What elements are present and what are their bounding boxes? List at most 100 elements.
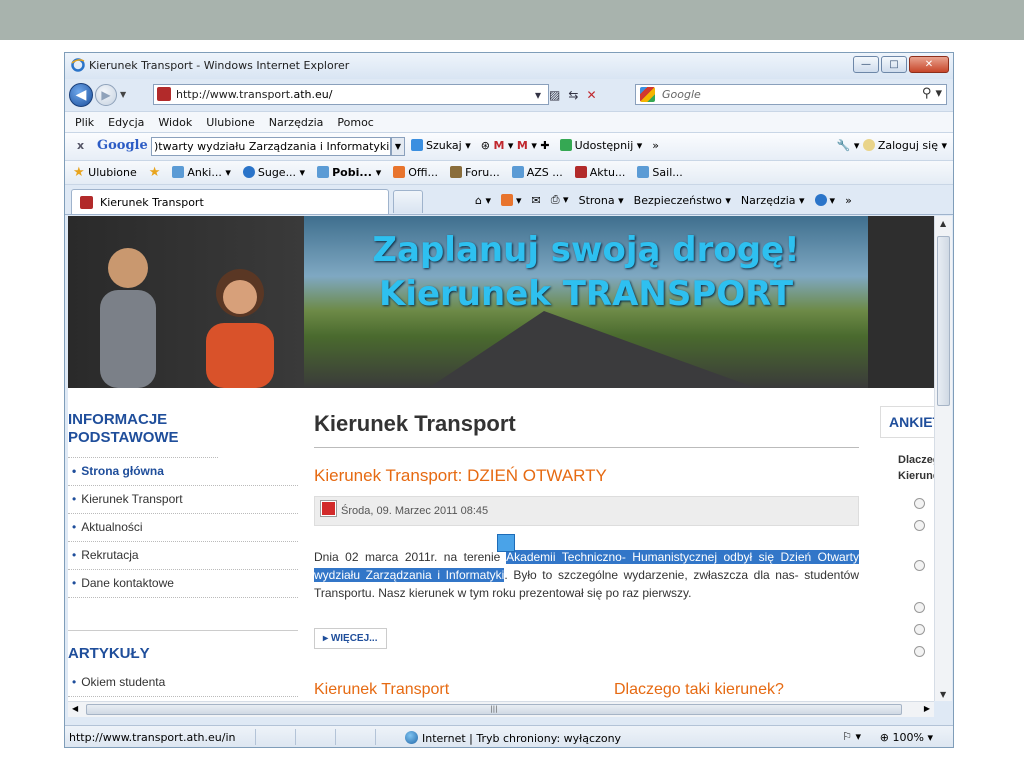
article-date: Środa, 09. Marzec 2011 08:45 — [314, 496, 859, 526]
google-search-provider-icon — [640, 87, 655, 102]
protected-mode-icon[interactable]: ⚐ ▾ — [842, 730, 861, 743]
poll-column: ANKIETA Dlaczego Kierunek — [880, 406, 934, 657]
toolbar-more-icon[interactable]: » — [652, 139, 659, 152]
favorite-link[interactable]: Sail... — [637, 166, 683, 179]
poll-option-radio[interactable] — [914, 520, 925, 531]
home-icon[interactable]: ⌂ ▾ — [475, 194, 491, 207]
horizontal-scroll-thumb[interactable]: ||| — [86, 704, 902, 715]
google-search-input[interactable]: )twarty wydziału Zarządzania i Informaty… — [151, 137, 391, 156]
back-arrow-icon[interactable]: ◀ — [69, 83, 93, 107]
poll-question: Dlaczego Kierunek — [898, 454, 934, 482]
next-article-left[interactable]: Kierunek Transport — [314, 681, 449, 699]
title-bar: Kierunek Transport - Windows Internet Ex… — [65, 53, 953, 79]
page-menu[interactable]: Strona ▾ — [579, 194, 624, 207]
favorite-link[interactable]: AZS ... — [511, 166, 563, 179]
site-favicon-icon — [157, 87, 171, 101]
help-icon[interactable]: ▾ — [814, 193, 835, 207]
address-row: ◀ ▶ ▼ http://www.transport.ath.eu/ ▾ ▨ ⇆… — [65, 79, 953, 111]
tab-row: Kierunek Transport ⌂ ▾ ▾ ✉ ⎙ ▾ Strona ▾ … — [65, 185, 953, 215]
add-favorite-icon[interactable]: ★ — [149, 165, 161, 180]
refresh-icon[interactable]: ⇆ — [568, 88, 578, 102]
favorite-link[interactable]: Aktu... — [574, 166, 625, 179]
security-zone[interactable]: Internet | Tryb chroniony: wyłączony — [405, 731, 621, 745]
poll-heading: ANKIETA — [880, 406, 934, 438]
students-photo — [68, 216, 304, 388]
favorite-link[interactable]: Pobi... ▾ — [317, 166, 381, 179]
scroll-left-icon[interactable]: ◀ — [72, 704, 78, 713]
sidebar-item-news[interactable]: • Aktualności — [68, 514, 298, 542]
zoom-level[interactable]: ⊕ 100% ▾ — [880, 731, 933, 744]
forward-arrow-icon[interactable]: ▶ — [95, 84, 117, 106]
sidebar-item-contact[interactable]: • Dane kontaktowe — [68, 570, 298, 598]
menu-item-edit[interactable]: Edycja — [108, 116, 144, 129]
address-url[interactable]: http://www.transport.ath.eu/ — [176, 88, 332, 101]
address-dropdown-icon[interactable]: ▾ — [535, 88, 541, 102]
poll-option-radio[interactable] — [914, 624, 925, 635]
login-button[interactable]: Zaloguj się ▾ — [862, 139, 947, 152]
google-toolbar-icons[interactable]: ⊛ M ▾ M ▾ ✚ — [481, 139, 550, 152]
vertical-scrollbar[interactable]: ▲ ▼ — [934, 216, 952, 701]
page-content: Zaplanuj swoją drogę! Kierunek TRANSPORT… — [68, 216, 934, 701]
poll-option-radio[interactable] — [914, 646, 925, 657]
history-dropdown-icon[interactable]: ▼ — [120, 90, 126, 99]
commandbar-more-icon[interactable]: » — [845, 194, 852, 207]
vertical-scroll-thumb[interactable] — [937, 236, 950, 406]
menu-item-view[interactable]: Widok — [158, 116, 192, 129]
menu-item-file[interactable]: Plik — [75, 116, 94, 129]
window-title: Kierunek Transport - Windows Internet Ex… — [89, 59, 350, 72]
google-search-button[interactable]: Szukaj ▾ — [411, 139, 471, 152]
favorite-link[interactable]: Suge... ▾ — [242, 166, 305, 179]
minimize-button[interactable]: — — [853, 56, 879, 73]
menu-item-favorites[interactable]: Ulubione — [206, 116, 255, 129]
tab-kierunek-transport[interactable]: Kierunek Transport — [71, 189, 389, 214]
compatibility-view-icon[interactable]: ▨ — [549, 88, 560, 102]
search-magnifier-icon[interactable]: ⚲ ▾ — [922, 86, 942, 101]
wrench-icon[interactable]: 🔧 ▾ — [837, 139, 860, 152]
favorites-button[interactable]: ★ Ulubione — [73, 165, 137, 180]
new-tab-button[interactable] — [393, 190, 423, 213]
banner-slogan-line2: Kierunek TRANSPORT — [378, 274, 794, 314]
rss-feed-icon[interactable]: ▾ — [501, 193, 522, 207]
scroll-down-icon[interactable]: ▼ — [940, 690, 946, 699]
address-bar[interactable]: http://www.transport.ath.eu/ — [153, 84, 549, 105]
internet-globe-icon — [405, 731, 418, 744]
next-article-right[interactable]: Dlaczego taki kierunek? — [614, 681, 784, 699]
google-logo: Google — [97, 138, 148, 153]
favorite-link[interactable]: Offi... — [393, 166, 438, 179]
tools-menu[interactable]: Narzędzia ▾ — [741, 194, 805, 207]
favorite-link[interactable]: Anki... ▾ — [172, 166, 231, 179]
mail-icon[interactable]: ✉ — [532, 194, 541, 207]
menu-item-help[interactable]: Pomoc — [337, 116, 373, 129]
sidebar-item-home[interactable]: • Strona główna — [68, 458, 298, 486]
sidebar-item-recruitment[interactable]: • Rekrutacja — [68, 542, 298, 570]
status-url: http://www.transport.ath.eu/in — [69, 731, 236, 744]
maximize-button[interactable]: □ — [881, 56, 907, 73]
read-more-button[interactable]: ▸ WIĘCEJ... — [314, 628, 387, 649]
favorite-link[interactable]: Foru... — [450, 166, 500, 179]
article-body: Dnia 02 marca 2011r. na terenie Akademii… — [314, 550, 859, 600]
search-placeholder: Google — [662, 88, 701, 101]
poll-option-radio[interactable] — [914, 560, 925, 571]
stop-icon[interactable]: ✕ — [586, 88, 596, 102]
main-column: Kierunek Transport Kierunek Transport: D… — [314, 411, 859, 698]
horizontal-scrollbar[interactable]: ◀ ||| ▶ — [68, 701, 934, 717]
menu-item-tools[interactable]: Narzędzia — [269, 116, 324, 129]
poll-option-radio[interactable] — [914, 498, 925, 509]
article-headline[interactable]: Kierunek Transport: DZIEŃ OTWARTY — [314, 466, 859, 486]
scroll-up-icon[interactable]: ▲ — [940, 219, 946, 228]
sidebar-item-student-view[interactable]: • Okiem studenta — [68, 669, 298, 697]
google-search-dropdown-icon[interactable]: ▼ — [391, 137, 405, 156]
scroll-right-icon[interactable]: ▶ — [924, 704, 930, 713]
sidebar-item-transport[interactable]: • Kierunek Transport — [68, 486, 298, 514]
poll-option-radio[interactable] — [914, 602, 925, 613]
google-toolbar: x Google )twarty wydziału Zarządzania i … — [65, 133, 953, 161]
search-box[interactable]: Google ⚲ ▾ — [635, 84, 947, 105]
print-icon[interactable]: ⎙ ▾ — [551, 193, 569, 207]
close-toolbar-icon[interactable]: x — [77, 139, 84, 152]
share-button[interactable]: Udostępnij ▾ — [559, 139, 642, 152]
calendar-icon — [321, 501, 336, 516]
security-menu[interactable]: Bezpieczeństwo ▾ — [634, 194, 731, 207]
page-title: Kierunek Transport — [314, 411, 859, 448]
browser-window: Kierunek Transport - Windows Internet Ex… — [64, 52, 954, 748]
close-button[interactable]: ✕ — [909, 56, 949, 73]
